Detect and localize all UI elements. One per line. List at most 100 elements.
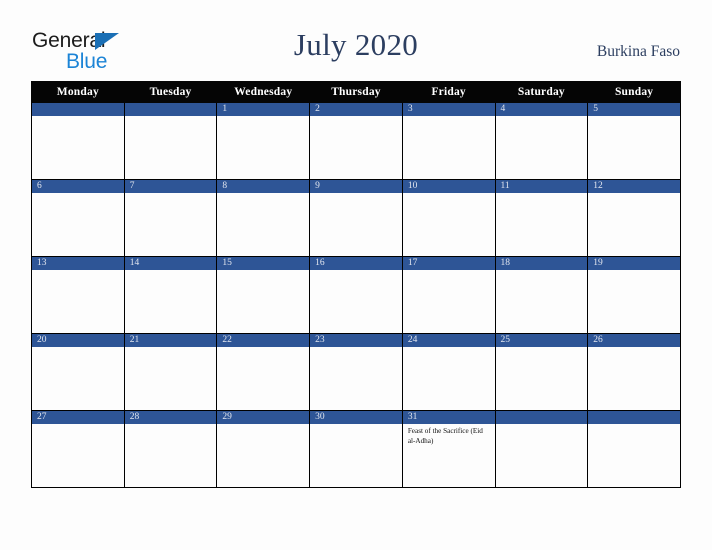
day-number: 12 xyxy=(588,180,680,193)
day-event xyxy=(588,424,680,427)
weekday-header-saturday: Saturday xyxy=(494,81,589,103)
day-number: 22 xyxy=(217,334,310,347)
day-event xyxy=(403,270,495,273)
calendar-day-cell[interactable]: 26 xyxy=(587,333,681,411)
day-number: 15 xyxy=(217,257,310,270)
day-event xyxy=(125,424,217,427)
day-event xyxy=(310,347,402,350)
day-number xyxy=(495,411,588,424)
day-event xyxy=(496,193,588,196)
day-number: 11 xyxy=(495,180,588,193)
day-number: 31 xyxy=(402,411,495,424)
day-number: 23 xyxy=(310,334,402,347)
day-event xyxy=(310,424,402,427)
weekday-header-friday: Friday xyxy=(401,81,496,103)
day-event xyxy=(125,193,217,196)
day-number: 17 xyxy=(402,257,495,270)
weekday-header-monday: Monday xyxy=(31,81,125,103)
day-number: 30 xyxy=(310,411,402,424)
calendar-day-cell[interactable]: 22 xyxy=(216,333,311,411)
calendar-day-cell[interactable]: 8 xyxy=(216,179,311,257)
day-event xyxy=(496,347,588,350)
day-number xyxy=(588,411,680,424)
weekday-header-wednesday: Wednesday xyxy=(216,81,311,103)
weekday-header-row: Monday Tuesday Wednesday Thursday Friday… xyxy=(31,81,681,103)
day-event xyxy=(588,270,680,273)
calendar-day-cell-holiday[interactable]: 31 Feast of the Sacrifice (Eid al-Adha) xyxy=(401,410,496,488)
calendar-week-row: 27 28 29 30 31 Feast of the Sacrifice (Ei… xyxy=(31,410,681,488)
day-number: 29 xyxy=(217,411,310,424)
day-event xyxy=(403,347,495,350)
calendar-day-cell[interactable]: 11 xyxy=(494,179,589,257)
day-number: 16 xyxy=(310,257,402,270)
calendar-day-cell[interactable]: 17 xyxy=(401,256,496,334)
day-event xyxy=(403,116,495,119)
calendar-day-cell[interactable] xyxy=(31,102,125,180)
day-number: 14 xyxy=(124,257,217,270)
day-event xyxy=(125,270,217,273)
day-number: 4 xyxy=(495,103,588,116)
day-number: 28 xyxy=(124,411,217,424)
day-event xyxy=(310,193,402,196)
day-event xyxy=(32,193,124,196)
calendar-day-cell[interactable]: 23 xyxy=(309,333,403,411)
calendar-day-cell[interactable]: 9 xyxy=(309,179,403,257)
day-number: 20 xyxy=(32,334,124,347)
day-number: 18 xyxy=(495,257,588,270)
day-number: 8 xyxy=(217,180,310,193)
calendar-day-cell[interactable]: 27 xyxy=(31,410,125,488)
calendar-day-cell[interactable]: 16 xyxy=(309,256,403,334)
country-label: Burkina Faso xyxy=(596,43,680,60)
calendar-day-cell[interactable]: 12 xyxy=(587,179,681,257)
page-header: General Blue July 2020 Burkina Faso xyxy=(0,0,712,80)
calendar-day-cell[interactable]: 25 xyxy=(494,333,589,411)
calendar-day-cell[interactable]: 15 xyxy=(216,256,311,334)
weekday-header-thursday: Thursday xyxy=(309,81,403,103)
calendar-day-cell[interactable]: 5 xyxy=(587,102,681,180)
calendar-day-cell[interactable]: 3 xyxy=(401,102,496,180)
calendar-day-cell[interactable]: 4 xyxy=(494,102,589,180)
day-number: 1 xyxy=(217,103,310,116)
calendar-day-cell[interactable]: 10 xyxy=(401,179,496,257)
calendar-day-cell[interactable] xyxy=(494,410,589,488)
calendar-week-row: 13 14 15 16 17 18 19 xyxy=(31,256,681,334)
calendar-day-cell[interactable] xyxy=(587,410,681,488)
day-number: 19 xyxy=(588,257,680,270)
day-event xyxy=(496,270,588,273)
calendar-day-cell[interactable]: 29 xyxy=(216,410,311,488)
day-number: 26 xyxy=(588,334,680,347)
calendar-day-cell[interactable]: 1 xyxy=(216,102,311,180)
calendar-day-cell[interactable]: 24 xyxy=(401,333,496,411)
calendar-day-cell[interactable]: 28 xyxy=(123,410,218,488)
day-event xyxy=(588,116,680,119)
calendar-day-cell[interactable]: 30 xyxy=(309,410,403,488)
calendar-day-cell[interactable]: 14 xyxy=(123,256,218,334)
day-event xyxy=(32,270,124,273)
calendar-day-cell[interactable]: 21 xyxy=(123,333,218,411)
day-number: 2 xyxy=(310,103,402,116)
calendar-day-cell[interactable]: 19 xyxy=(587,256,681,334)
day-number: 9 xyxy=(310,180,402,193)
day-event xyxy=(125,347,217,350)
calendar-day-cell[interactable]: 7 xyxy=(123,179,218,257)
calendar-day-cell[interactable] xyxy=(123,102,218,180)
day-event: Feast of the Sacrifice (Eid al-Adha) xyxy=(407,427,483,445)
calendar-day-cell[interactable]: 20 xyxy=(31,333,125,411)
day-number: 24 xyxy=(402,334,495,347)
day-event xyxy=(217,270,309,273)
weekday-header-sunday: Sunday xyxy=(587,81,681,103)
day-event xyxy=(310,270,402,273)
day-number: 21 xyxy=(124,334,217,347)
day-event xyxy=(217,193,309,196)
calendar-body: 1 2 3 4 5 6 7 8 9 10 11 12 13 14 15 16 1… xyxy=(31,102,681,488)
day-number: 5 xyxy=(588,103,680,116)
day-number xyxy=(32,103,124,116)
calendar-day-cell[interactable]: 6 xyxy=(31,179,125,257)
calendar-day-cell[interactable]: 18 xyxy=(494,256,589,334)
calendar-day-cell[interactable]: 13 xyxy=(31,256,125,334)
day-event xyxy=(217,347,309,350)
calendar-grid: Monday Tuesday Wednesday Thursday Friday… xyxy=(31,81,681,488)
day-event xyxy=(496,424,588,427)
day-event xyxy=(32,116,124,119)
calendar-day-cell[interactable]: 2 xyxy=(309,102,403,180)
